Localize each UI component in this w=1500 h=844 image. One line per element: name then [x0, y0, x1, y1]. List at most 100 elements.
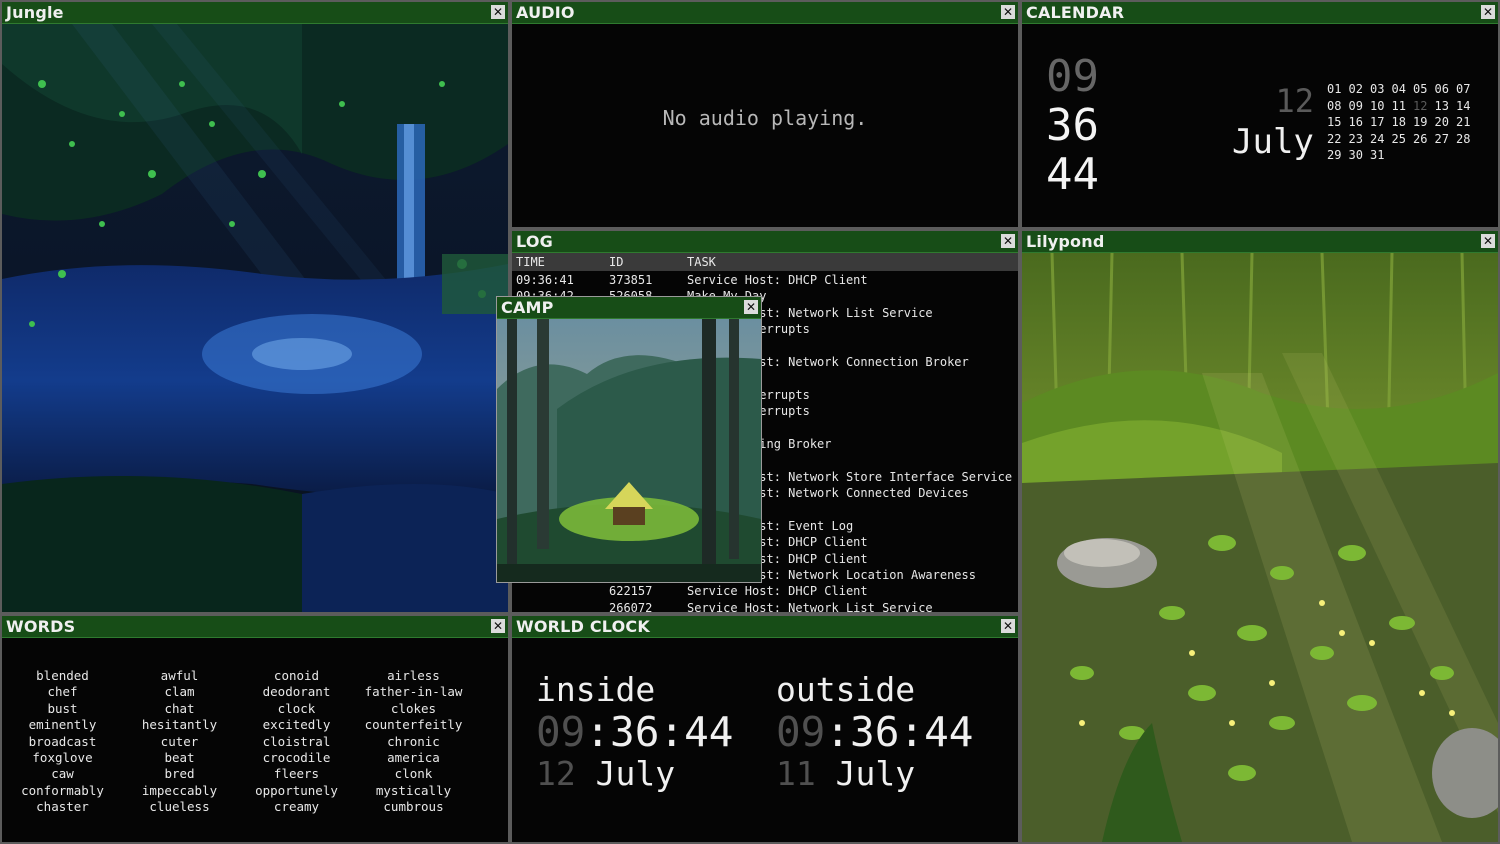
word-item: father-in-law: [364, 684, 463, 700]
word-item: crocodile: [262, 749, 331, 765]
log-row: 09:36:41 373851 Service Host: DHCP Client: [512, 271, 1018, 287]
calendar-date[interactable]: 08: [1327, 99, 1349, 113]
calendar-date[interactable]: 18: [1392, 115, 1414, 129]
calendar-titlebar[interactable]: CALENDAR ✕: [1022, 2, 1498, 24]
words-titlebar[interactable]: WORDS ✕: [2, 616, 508, 638]
calendar-date[interactable]: 22: [1327, 132, 1349, 146]
log-col-time: TIME: [516, 255, 545, 269]
calendar-date[interactable]: 01: [1327, 82, 1349, 96]
calendar-date[interactable]: 03: [1370, 82, 1392, 96]
calendar-week: 08 09 10 11 12 13 14: [1327, 99, 1478, 116]
audio-titlebar[interactable]: AUDIO ✕: [512, 2, 1018, 24]
calendar-grid: 01 02 03 04 05 06 07 08 09 10 11 12 13 14 15 16 17 18 19 20…: [1327, 82, 1478, 165]
lilypond-titlebar[interactable]: Lilypond ✕: [1022, 231, 1498, 253]
word-item: beat: [164, 749, 195, 765]
log-task: Service Host: DHCP Client: [687, 273, 868, 287]
word-item: conoid: [273, 668, 320, 683]
clock-outside-day: 11: [776, 754, 816, 793]
close-icon[interactable]: ✕: [1001, 619, 1015, 633]
word-item: chat: [164, 700, 195, 716]
camp-window[interactable]: CAMP ✕: [496, 296, 762, 583]
word-item: broadcast: [28, 733, 97, 749]
calendar-date[interactable]: 09: [1349, 99, 1371, 113]
calendar-week: 22 23 24 25 26 27 28: [1327, 132, 1478, 149]
calendar-date[interactable]: 20: [1435, 115, 1457, 129]
log-col-id: ID: [609, 255, 624, 269]
calendar-date[interactable]: 31: [1370, 148, 1392, 162]
calendar-date[interactable]: 14: [1456, 99, 1478, 113]
word-item: blended: [36, 668, 89, 683]
calendar-date[interactable]: 04: [1392, 82, 1414, 96]
word-item: cumbrous: [383, 799, 444, 815]
calendar-title: CALENDAR: [1026, 3, 1125, 22]
calendar-date[interactable]: 24: [1370, 132, 1392, 146]
log-id: 622157: [609, 584, 653, 599]
calendar-date[interactable]: 12: [1413, 99, 1435, 113]
calendar-date[interactable]: 07: [1456, 82, 1478, 96]
calendar-date[interactable]: 02: [1349, 82, 1371, 96]
log-id: 266072: [609, 600, 653, 612]
word-item: creamy: [273, 799, 320, 815]
calendar-hour: 09: [1046, 51, 1099, 102]
calendar-week: 29 30 31: [1327, 148, 1478, 165]
clock-outside-label: outside: [776, 670, 916, 709]
calendar-date[interactable]: 29: [1327, 148, 1349, 162]
calendar-body: 09 36 44 12 July 01 02 03 04 05 06 07 08 09 10 11 1…: [1022, 24, 1498, 227]
calendar-date[interactable]: 23: [1349, 132, 1371, 146]
calendar-date[interactable]: 28: [1456, 132, 1478, 146]
close-icon[interactable]: ✕: [1001, 234, 1015, 248]
clock-inside-hour: 09: [536, 708, 586, 756]
close-icon[interactable]: ✕: [744, 300, 758, 314]
close-icon[interactable]: ✕: [1481, 234, 1495, 248]
calendar-date[interactable]: 26: [1413, 132, 1435, 146]
calendar-date[interactable]: 25: [1392, 132, 1414, 146]
calendar-date[interactable]: 21: [1456, 115, 1478, 129]
calendar-date[interactable]: 10: [1370, 99, 1392, 113]
calendar-date[interactable]: 06: [1435, 82, 1457, 96]
calendar-date[interactable]: 15: [1327, 115, 1349, 129]
calendar-date[interactable]: 16: [1349, 115, 1371, 129]
clock-outside-month: July: [835, 754, 916, 793]
close-icon[interactable]: ✕: [491, 5, 505, 19]
log-time: 09:36:41: [516, 273, 574, 287]
word-item: clueless: [149, 799, 210, 815]
log-id: 373851: [609, 273, 653, 287]
camp-title: CAMP: [501, 298, 554, 317]
clock-inside-label: inside: [536, 670, 656, 709]
log-row: 622157 Service Host: DHCP Client: [512, 582, 1018, 598]
close-icon[interactable]: ✕: [1481, 5, 1495, 19]
calendar-clock: 09 36 44: [1046, 52, 1099, 199]
word-item: america: [387, 749, 440, 765]
log-header: TIME ID TASK: [512, 253, 1018, 271]
word-item: foxglove: [32, 749, 93, 765]
calendar-date[interactable]: 13: [1435, 99, 1457, 113]
world-clock-titlebar[interactable]: WORLD CLOCK ✕: [512, 616, 1018, 638]
word-item: clam: [164, 684, 195, 700]
jungle-titlebar[interactable]: Jungle ✕: [2, 2, 508, 24]
calendar-week: 15 16 17 18 19 20 21: [1327, 115, 1478, 132]
calendar-week: 01 02 03 04 05 06 07: [1327, 82, 1478, 99]
calendar-date[interactable]: 19: [1413, 115, 1435, 129]
calendar-date[interactable]: 27: [1435, 132, 1457, 146]
close-icon[interactable]: ✕: [1001, 5, 1015, 19]
camp-titlebar[interactable]: CAMP ✕: [497, 297, 761, 319]
word-item: clock: [277, 700, 316, 716]
calendar-date[interactable]: 17: [1370, 115, 1392, 129]
words-body: blended chef bust eminently broadcast foxglov…: [2, 638, 508, 842]
word-item: chef: [47, 684, 78, 700]
calendar-date[interactable]: 11: [1392, 99, 1414, 113]
calendar-date[interactable]: 05: [1413, 82, 1435, 96]
calendar-month: July: [1232, 122, 1314, 162]
log-titlebar[interactable]: LOG ✕: [512, 231, 1018, 253]
calendar-date[interactable]: 30: [1349, 148, 1371, 162]
clock-inside-time: :36:44: [585, 708, 734, 756]
words-column: conoid deodorant clock excitedly cloistral cr…: [238, 668, 355, 816]
clock-inside-day: 12: [536, 754, 576, 793]
word-item: bust: [47, 700, 78, 716]
clock-inside-month: July: [595, 754, 676, 793]
word-item: clokes: [390, 700, 437, 716]
clock-outside: outside 09:36:44 11 July: [776, 670, 973, 794]
words-column: airless father-in-law clokes counterfeitly c…: [355, 668, 472, 816]
close-icon[interactable]: ✕: [491, 619, 505, 633]
jungle-title: Jungle: [6, 3, 64, 22]
